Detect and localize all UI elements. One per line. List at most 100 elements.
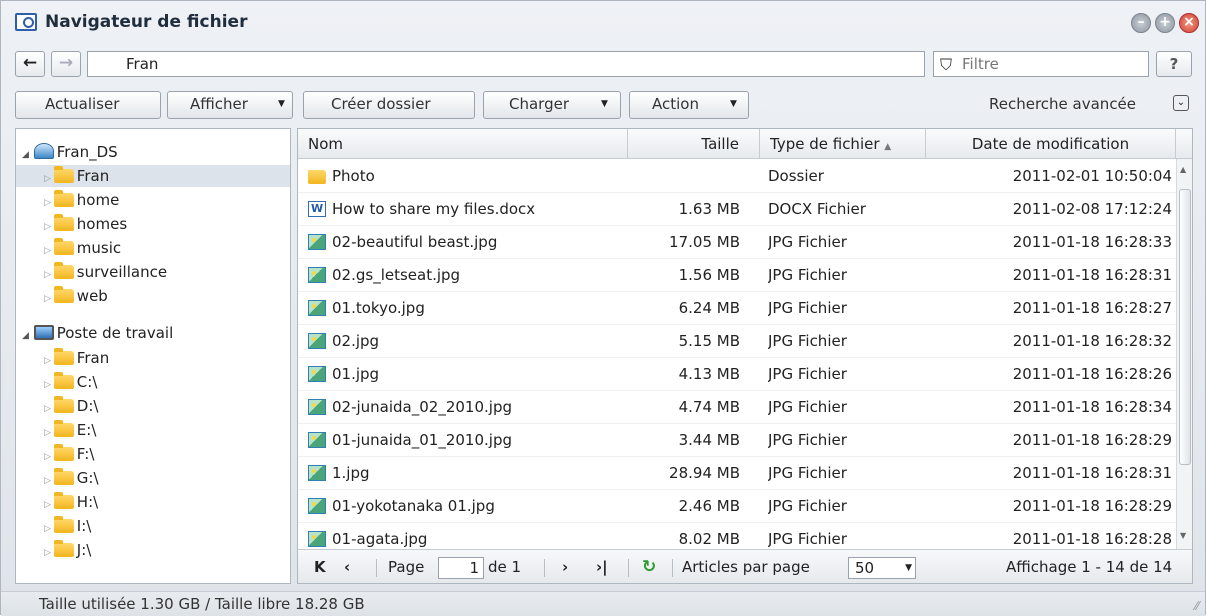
file-row[interactable]: 01-yokotanaka 01.jpg 2.46 MB JPG Fichier 20… [298,490,1176,523]
last-page-icon[interactable]: ›| [596,550,608,583]
expand-down-icon[interactable]: ⌄ [1173,95,1189,111]
view-button[interactable]: Afficher ▼ [167,91,293,119]
file-type: JPG Fichier [768,497,847,515]
file-size: 3.44 MB [678,431,740,449]
tree-item[interactable]: ▷ I:\ [44,515,91,537]
collapse-triangle-icon: ◢ [22,150,29,160]
expand-triangle-icon[interactable]: ▷ [44,524,54,534]
maximize-button[interactable]: + [1155,13,1175,33]
filter-input[interactable]: ⛉ Filtre [933,51,1149,77]
tree-item-label: D:\ [76,397,99,415]
file-row[interactable]: Photo Dossier 2011-02-01 10:50:04 [298,160,1176,193]
expand-triangle-icon[interactable]: ▷ [44,270,54,280]
create-folder-label: Créer dossier [331,95,431,113]
folder-icon [53,420,74,437]
column-header-date[interactable]: Date de modification [926,129,1176,159]
tree-node-fran-ds[interactable]: ◢ Fran_DS [22,141,118,163]
back-button[interactable]: ← [15,51,45,77]
file-row[interactable]: 01-junaida_01_2010.jpg 3.44 MB JPG Fichier… [298,424,1176,457]
file-row[interactable]: 1.jpg 28.94 MB JPG Fichier 2011-01-18 16:28… [298,457,1176,490]
file-row[interactable]: 02-junaida_02_2010.jpg 4.74 MB JPG Fichier… [298,391,1176,424]
pager-separator [628,559,629,577]
forward-button[interactable]: → [51,51,81,77]
file-name: 02-beautiful beast.jpg [332,233,498,251]
scroll-down-arrow-icon[interactable]: ▼ [1180,531,1186,540]
expand-triangle-icon[interactable]: ▷ [44,294,54,304]
file-row[interactable]: 01.tokyo.jpg 6.24 MB JPG Fichier 2011-01-18… [298,292,1176,325]
image-file-icon [308,366,326,382]
action-button[interactable]: Action ▼ [629,91,749,119]
expand-triangle-icon[interactable]: ▷ [44,548,54,558]
column-header-name[interactable]: Nom [298,129,628,159]
tree-item[interactable]: ▷ D:\ [44,395,98,417]
pager-separator [672,559,673,577]
advanced-search-link[interactable]: Recherche avancée [989,95,1136,113]
expand-triangle-icon[interactable]: ▷ [44,500,54,510]
tree-item[interactable]: ▷ home [44,189,119,211]
refresh-button[interactable]: Actualiser [15,91,161,119]
first-page-icon[interactable]: K [314,550,326,583]
tree-item[interactable]: ▷ homes [44,213,127,235]
scrollbar-thumb[interactable] [1179,189,1191,465]
file-date: 2011-01-18 16:28:29 [1012,497,1172,515]
vertical-scrollbar[interactable]: ▲ ▼ [1176,159,1192,549]
expand-triangle-icon[interactable]: ▷ [44,476,54,486]
help-button[interactable]: ? [1156,51,1192,77]
tree-item[interactable]: ▷ Fran [16,165,290,187]
tree-item[interactable]: ▷ Fran [44,347,109,369]
column-header-size[interactable]: Taille [628,129,760,159]
file-type: JPG Fichier [768,365,847,383]
computer-icon [33,325,54,340]
file-name-cell: 01-yokotanaka 01.jpg [308,490,628,523]
tree-item-label: J:\ [76,541,92,559]
expand-triangle-icon[interactable]: ▷ [44,428,54,438]
file-size: 5.15 MB [678,332,740,350]
tree-item[interactable]: ▷ J:\ [44,539,91,561]
close-button[interactable]: × [1179,13,1199,33]
resize-grip-icon[interactable]: ⁄⁄ [1195,599,1199,613]
upload-button[interactable]: Charger ▼ [483,91,621,119]
tree-item[interactable]: ▷ web [44,285,108,307]
expand-triangle-icon[interactable]: ▷ [44,222,54,232]
file-name: 02.gs_letseat.jpg [332,266,461,284]
tree-item-label: web [76,287,108,305]
expand-triangle-icon[interactable]: ▷ [44,452,54,462]
tree-item[interactable]: ▷ C:\ [44,371,97,393]
expand-triangle-icon[interactable]: ▷ [44,246,54,256]
create-folder-button[interactable]: Créer dossier [303,91,475,119]
tree-item[interactable]: ▷ surveillance [44,261,167,283]
file-type: JPG Fichier [768,398,847,416]
tree-item-label: H:\ [76,493,99,511]
file-row[interactable]: 02.gs_letseat.jpg 1.56 MB JPG Fichier 2011-… [298,259,1176,292]
file-row[interactable]: 02-beautiful beast.jpg 17.05 MB JPG Fichie… [298,226,1176,259]
file-type: DOCX Fichier [768,200,866,218]
tree-item[interactable]: ▷ F:\ [44,443,94,465]
file-name-cell: 02.jpg [308,325,628,358]
file-row[interactable]: How to share my files.docx 1.63 MB DOCX Fi… [298,193,1176,226]
items-per-page-label: Articles par page [682,558,810,576]
expand-triangle-icon[interactable]: ▷ [44,404,54,414]
path-field[interactable]: Fran [87,51,925,77]
expand-triangle-icon[interactable]: ▷ [44,174,54,184]
next-page-icon[interactable]: › [562,550,568,583]
tree-item[interactable]: ▷ music [44,237,121,259]
expand-triangle-icon[interactable]: ▷ [44,356,54,366]
scroll-up-arrow-icon[interactable]: ▲ [1180,165,1186,174]
expand-triangle-icon[interactable]: ▷ [44,380,54,390]
refresh-icon[interactable]: ↻ [642,550,656,583]
file-row[interactable]: 01.jpg 4.13 MB JPG Fichier 2011-01-18 16:28… [298,358,1176,391]
minimize-button[interactable]: – [1131,13,1151,33]
file-row[interactable]: 02.jpg 5.15 MB JPG Fichier 2011-01-18 16:28… [298,325,1176,358]
column-header-type[interactable]: Type de fichier ▲ [760,129,926,159]
file-name: How to share my files.docx [332,200,536,218]
tree-item[interactable]: ▷ H:\ [44,491,98,513]
page-number-input[interactable]: 1 [438,557,484,579]
file-date: 2011-01-18 16:28:31 [1012,266,1172,284]
previous-page-icon[interactable]: ‹ [344,550,350,583]
tree-item[interactable]: ▷ G:\ [44,467,99,489]
tree-item[interactable]: ▷ E:\ [44,419,96,441]
collapse-triangle-icon: ◢ [22,331,29,341]
expand-triangle-icon[interactable]: ▷ [44,198,54,208]
tree-node-poste-de-travail[interactable]: ◢ Poste de travail [22,322,173,344]
items-per-page-select[interactable]: 50 ▼ [848,557,916,579]
